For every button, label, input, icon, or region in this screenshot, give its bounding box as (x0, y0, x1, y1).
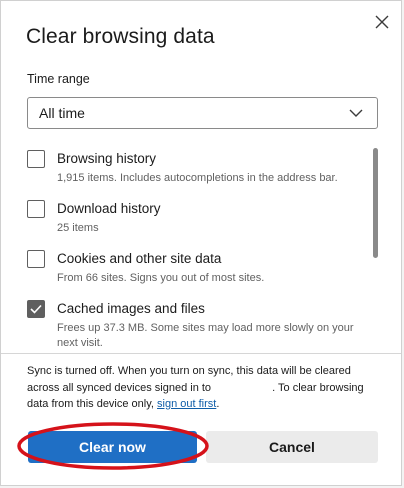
time-range-value: All time (39, 105, 85, 121)
list-scrollbar[interactable] (373, 148, 378, 258)
item-title: Download history (57, 201, 161, 216)
item-description: 25 items (57, 222, 99, 234)
item-description: 1,915 items. Includes autocompletions in… (57, 172, 338, 184)
close-button[interactable] (369, 9, 395, 35)
checkmark-icon (30, 304, 42, 314)
download-history-checkbox[interactable] (27, 200, 45, 218)
dialog-title: Clear browsing data (26, 25, 215, 48)
cookies-checkbox[interactable] (27, 250, 45, 268)
cached-images-checkbox[interactable] (27, 300, 45, 318)
item-description: Frees up 37.3 MB. Some sites may load mo… (57, 322, 354, 346)
data-type-list: Browsing history 1,915 items. Includes a… (27, 146, 367, 346)
sign-out-link[interactable]: sign out first (157, 398, 216, 410)
clear-browsing-data-dialog: Clear browsing data Time range All time … (0, 0, 402, 486)
browsing-history-checkbox[interactable] (27, 150, 45, 168)
divider (1, 353, 401, 354)
close-icon (375, 15, 389, 29)
sync-notice: Sync is turned off. When you turn on syn… (27, 363, 377, 413)
time-range-dropdown[interactable]: All time (27, 97, 378, 129)
chevron-down-icon (349, 109, 363, 117)
item-title: Browsing history (57, 151, 157, 166)
item-description: From 66 sites. Signs you out of most sit… (57, 272, 265, 284)
cancel-button[interactable]: Cancel (206, 431, 378, 463)
time-range-label: Time range (27, 72, 90, 86)
clear-now-button[interactable]: Clear now (28, 431, 197, 463)
item-title: Cached images and files (57, 301, 205, 316)
item-title: Cookies and other site data (57, 251, 222, 266)
sync-text-after: . (216, 398, 220, 410)
